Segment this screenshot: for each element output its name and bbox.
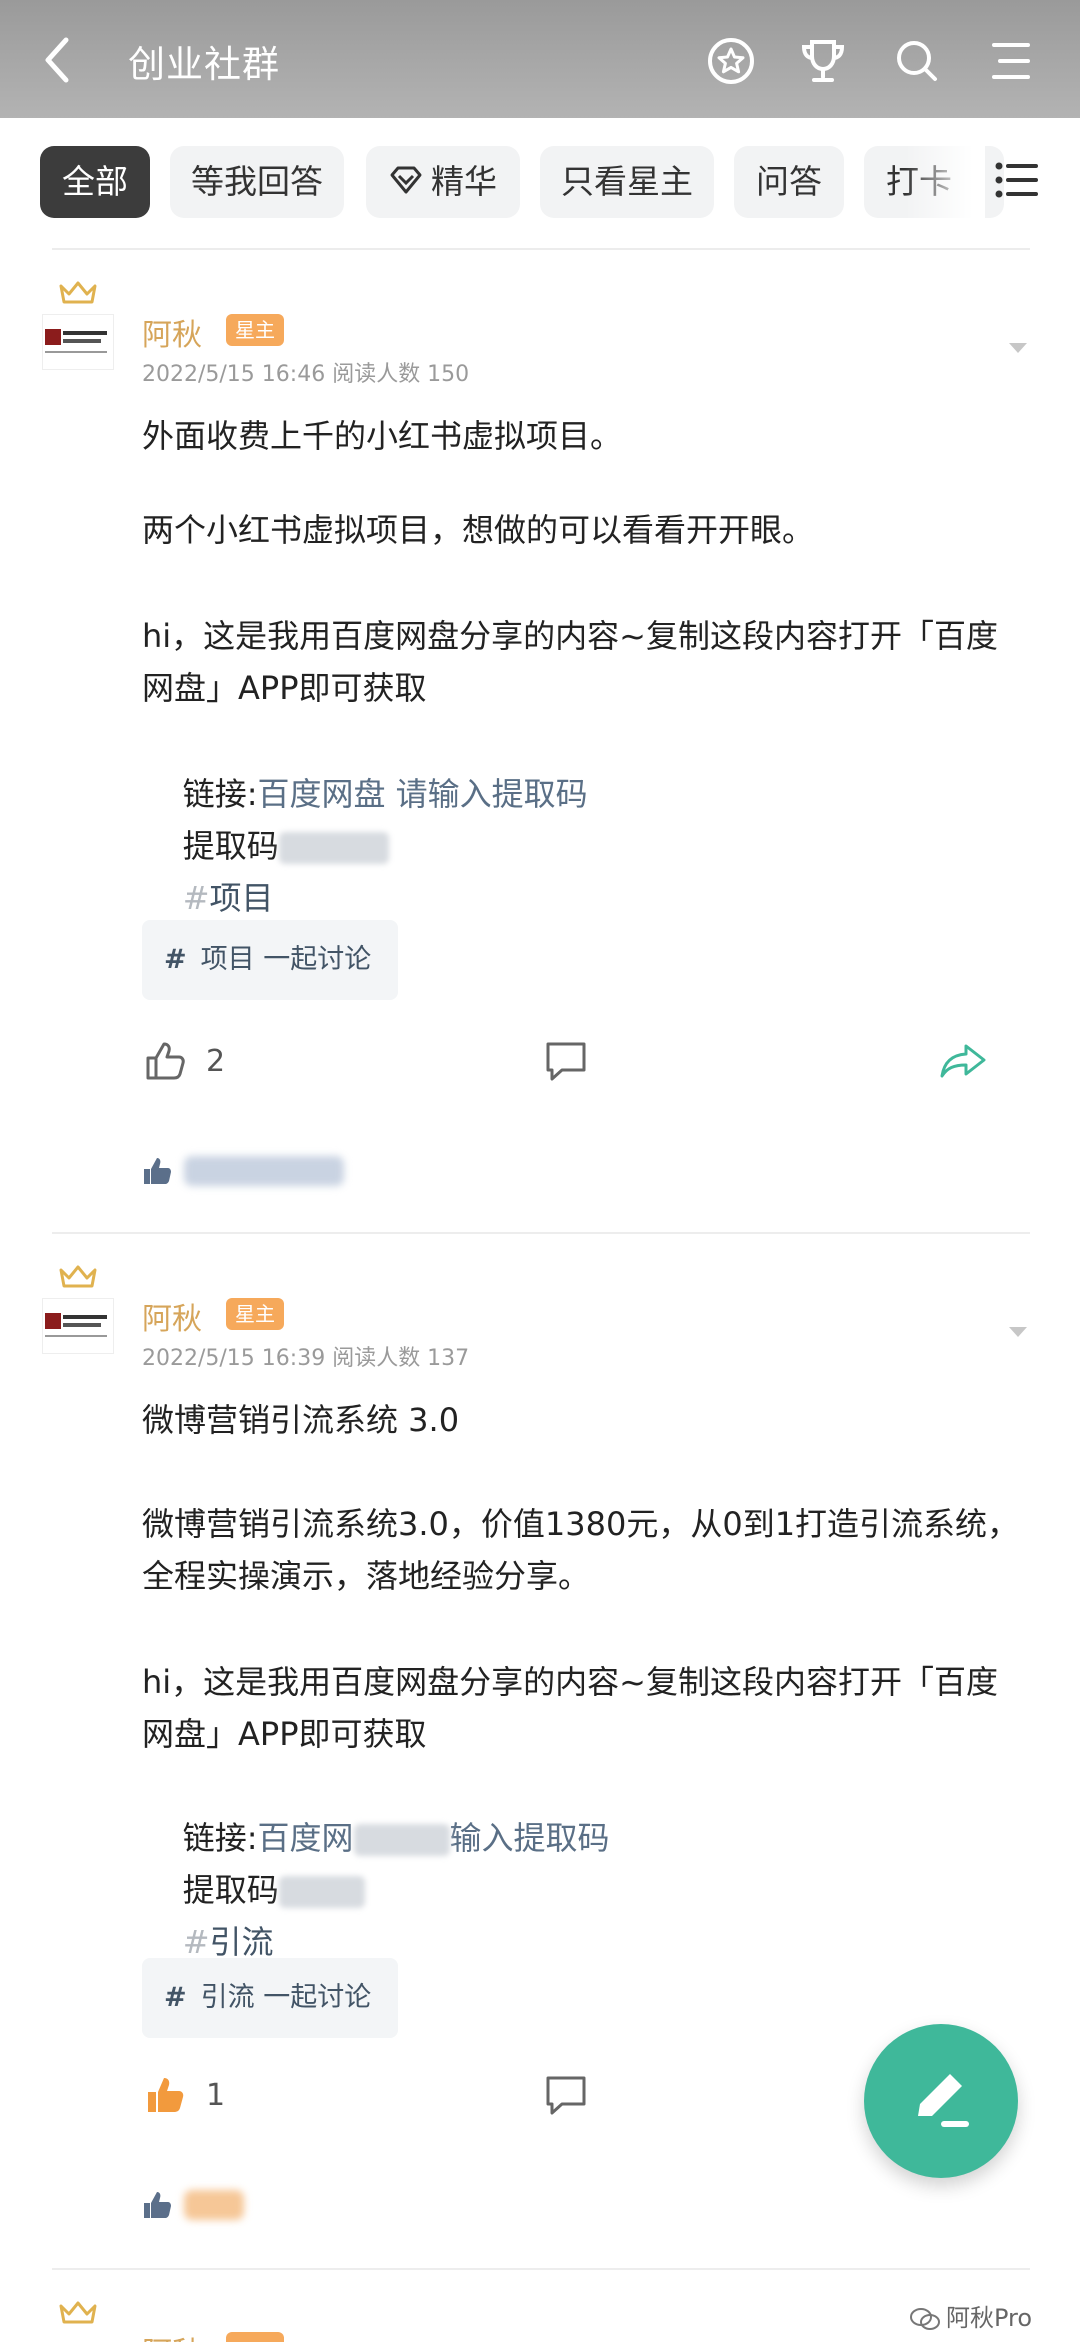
chevron-down-icon[interactable] [1007, 340, 1029, 354]
blurred-likers [184, 2190, 244, 2220]
crown-icon [59, 281, 97, 304]
list-view-icon[interactable] [994, 158, 1038, 202]
hash-icon: # [164, 944, 187, 975]
like-count: 1 [206, 2078, 226, 2113]
topic-label: 项目 一起讨论 [200, 944, 372, 975]
post-text-line: 微博营销引流系统3.0，价值1380元，从0到1打造引流系统，全程实操演示，落地… [142, 1505, 1020, 1595]
page-title: 创业社群 [128, 43, 280, 86]
wechat-icon [910, 2308, 940, 2330]
like-count: 2 [206, 1044, 226, 1079]
watermark-text: 阿秋Pro [946, 2304, 1033, 2332]
top-bar: 创业社群 [0, 0, 1080, 118]
author-name[interactable]: 阿秋 [142, 310, 202, 354]
liked-icon[interactable] [144, 2074, 186, 2120]
back-icon[interactable] [38, 32, 78, 88]
author-name[interactable]: 阿秋 [142, 2328, 202, 2342]
topic-label: 引流 一起讨论 [200, 1982, 372, 2013]
tab-owner-only[interactable]: 只看星主 [540, 146, 714, 218]
post-meta: 2022/5/15 16:39 阅读人数 137 [142, 1346, 470, 1371]
crown-icon [59, 2301, 97, 2324]
tab-label: 精华 [431, 162, 497, 201]
tab-label: 等我回答 [191, 162, 323, 201]
owner-badge [226, 2332, 284, 2342]
compose-button[interactable] [864, 2024, 1018, 2178]
post-text-line: 微博营销引流系统 3.0 [142, 1401, 460, 1439]
post-text-line: hi，这是我用百度网盘分享的内容~复制这段内容打开「百度网盘」APP即可获取 [142, 617, 998, 707]
owner-badge: 星主 [226, 1298, 284, 1330]
crown-icon [59, 1265, 97, 1288]
post-meta: 2022/5/15 16:46 阅读人数 150 [142, 362, 470, 387]
diamond-icon [389, 148, 423, 220]
liked-by-icon [142, 2190, 172, 2220]
blurred-likers [184, 1156, 344, 1186]
comment-icon[interactable] [544, 1040, 588, 1086]
divider [52, 248, 1030, 250]
tabs-fade [905, 146, 985, 218]
tab-label: 问答 [756, 162, 822, 201]
hashtag[interactable]: 引流 [210, 1923, 274, 1961]
hash-icon: # [182, 879, 210, 917]
author-name[interactable]: 阿秋 [142, 1294, 202, 1338]
hash-icon: # [164, 1982, 187, 2013]
edit-icon [918, 2074, 969, 2127]
chevron-down-icon[interactable] [1007, 1324, 1029, 1338]
liked-by-icon [142, 1156, 172, 1186]
tab-await-answer[interactable]: 等我回答 [170, 146, 344, 218]
post-text-line: 两个小红书虚拟项目，想做的可以看看开开眼。 [142, 511, 815, 549]
owner-badge: 星主 [226, 314, 284, 346]
tab-qa[interactable]: 问答 [734, 146, 844, 218]
star-circle-icon[interactable] [706, 36, 756, 86]
watermark: 阿秋Pro [910, 2298, 1032, 2333]
tab-label: 只看星主 [561, 162, 693, 201]
avatar-image [42, 314, 114, 370]
tab-featured[interactable]: 精华 [366, 146, 520, 218]
comment-icon[interactable] [544, 2074, 588, 2120]
avatar-image [42, 1298, 114, 1354]
like-icon[interactable] [144, 1040, 186, 1086]
post-text-line: 外面收费上千的小红书虚拟项目。 [142, 417, 623, 455]
divider [52, 1232, 1030, 1234]
search-icon[interactable] [892, 36, 942, 86]
filter-tabs: 全部 等我回答 精华 只看星主 问答 打卡 [0, 118, 1080, 248]
hashtag[interactable]: 项目 [210, 879, 274, 917]
tab-all[interactable]: 全部 [40, 146, 150, 218]
menu-icon[interactable] [986, 36, 1036, 86]
post-text-line: hi，这是我用百度网盘分享的内容~复制这段内容打开「百度网盘」APP即可获取 [142, 1663, 998, 1753]
topic-chip[interactable]: # 项目 一起讨论 [142, 920, 398, 1000]
tab-label: 全部 [62, 162, 128, 201]
topic-chip[interactable]: # 引流 一起讨论 [142, 1958, 398, 2038]
share-icon[interactable] [938, 1040, 988, 1086]
hash-icon: # [182, 1923, 210, 1961]
trophy-icon[interactable] [798, 36, 848, 86]
